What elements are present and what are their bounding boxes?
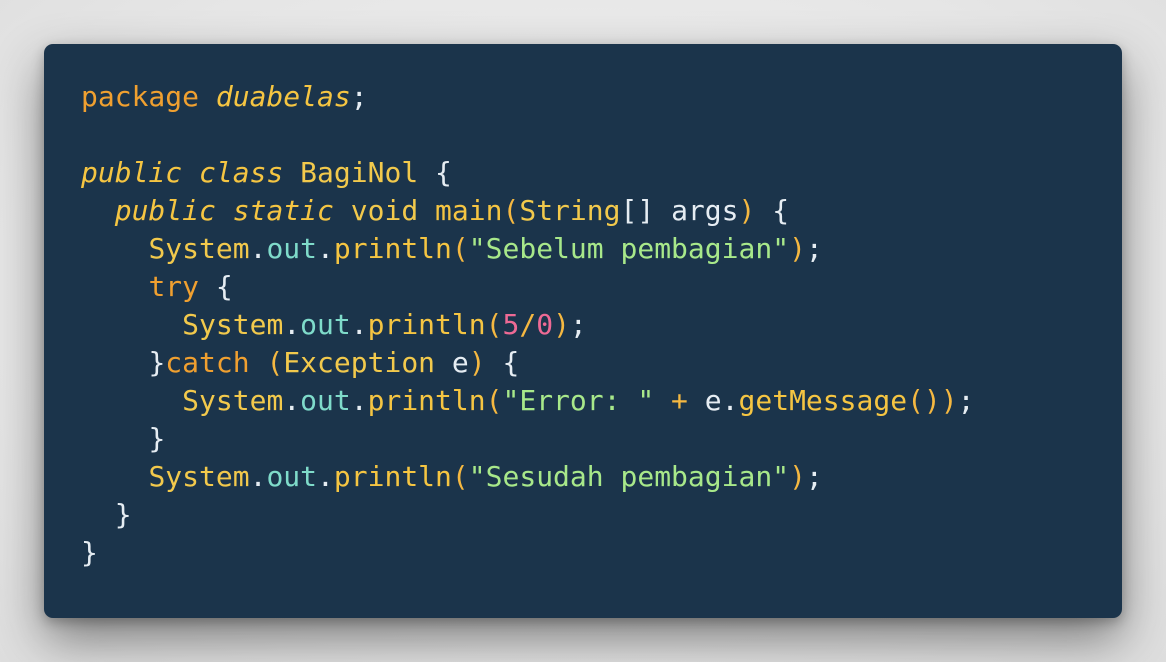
code-token: . [350, 384, 368, 417]
code-token: println [367, 308, 486, 341]
code-token: System [148, 460, 250, 493]
code-token: ( [266, 346, 284, 379]
code-token: . [283, 384, 301, 417]
code-token: . [283, 308, 301, 341]
code-window: package duabelas; public class BagiNol {… [44, 44, 1122, 618]
code-token: catch [165, 346, 250, 379]
code-token: "Error: " [502, 384, 655, 417]
code-token: ; [805, 460, 823, 493]
code-token: 5 [502, 308, 520, 341]
code-token: } [81, 536, 98, 569]
code-token: out [300, 308, 351, 341]
code-line: System.out.println("Sebelum pembagian"); [81, 230, 975, 268]
code-token: class [199, 156, 284, 189]
code-line: System.out.println("Error: " + e.getMess… [81, 382, 975, 420]
code-token: ) [738, 194, 756, 227]
code-token: System [182, 308, 284, 341]
code-token: "Sesudah pembagian" [468, 460, 790, 493]
code-token: } [114, 498, 132, 531]
code-line: package duabelas; [81, 78, 975, 116]
code-token: { [435, 156, 452, 189]
code-token: ; [350, 80, 368, 113]
code-token: Exception [283, 346, 436, 379]
code-token: void [333, 194, 436, 227]
code-token: . [721, 384, 739, 417]
code-token: public [114, 194, 216, 227]
code-token: ; [957, 384, 975, 417]
code-token: ) [553, 308, 570, 341]
code-token: + [654, 384, 705, 417]
code-token: try [148, 270, 200, 303]
code-line: }catch (Exception e) { [81, 344, 975, 382]
code-token: } [148, 346, 166, 379]
code-token: . [317, 232, 334, 265]
code-token: ) [789, 232, 806, 265]
code-token: ) [468, 346, 486, 379]
code-token: System [148, 232, 250, 265]
code-token: println [333, 232, 452, 265]
code-token: . [249, 460, 267, 493]
code-token: . [249, 232, 267, 265]
code-line: try { [81, 268, 975, 306]
code-token: ) [789, 460, 806, 493]
code-line: public class BagiNol { [81, 154, 975, 192]
code-token: ( [485, 308, 503, 341]
code-token: println [367, 384, 486, 417]
code-token: e [704, 384, 722, 417]
code-token: / [519, 308, 537, 341]
code-token: ()) [907, 384, 958, 417]
code-token: main [435, 194, 503, 227]
code-token: [] args [620, 194, 739, 227]
code-token: public [81, 156, 183, 189]
code-token: { [485, 346, 520, 379]
code-line: } [81, 496, 975, 534]
code-token: duabelas [215, 80, 351, 113]
code-token: { [755, 194, 790, 227]
code-line: public static void main(String[] args) { [81, 192, 975, 230]
code-token: ; [805, 232, 823, 265]
code-token: ( [451, 232, 469, 265]
code-token: getMessage [738, 384, 908, 417]
code-token: . [350, 308, 368, 341]
code-token: out [266, 232, 318, 265]
code-line: } [81, 420, 975, 458]
code-token: ( [485, 384, 503, 417]
code-token: package [81, 80, 216, 113]
code-token: { [199, 270, 233, 303]
code-token: static [232, 194, 334, 227]
code-line: } [81, 534, 975, 572]
code-token: String [519, 194, 621, 227]
code-token: 0 [536, 308, 554, 341]
code-token: BagiNol [283, 156, 436, 189]
code-token: println [333, 460, 452, 493]
code-token: out [300, 384, 351, 417]
code-token: ( [502, 194, 520, 227]
code-token: } [148, 422, 166, 455]
code-line: System.out.println("Sesudah pembagian"); [81, 458, 975, 496]
code-token: ( [451, 460, 469, 493]
code-block[interactable]: package duabelas; public class BagiNol {… [81, 78, 975, 572]
code-token: e [435, 346, 469, 379]
code-token: out [266, 460, 318, 493]
code-token: . [317, 460, 334, 493]
code-token: "Sebelum pembagian" [468, 232, 790, 265]
code-line: System.out.println(5/0); [81, 306, 975, 344]
code-token: System [182, 384, 284, 417]
code-token: ; [569, 308, 587, 341]
